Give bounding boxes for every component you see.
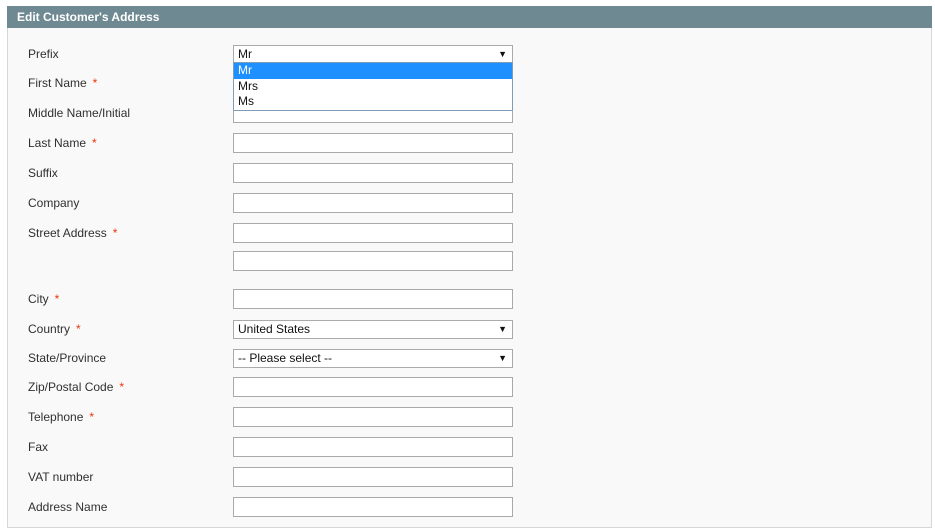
- street-address-line2-input[interactable]: [233, 251, 513, 271]
- address-name-label: Address Name: [28, 500, 108, 514]
- address-name-input[interactable]: [233, 497, 513, 517]
- city-label: City *: [28, 292, 60, 306]
- state-value: -- Please select --: [238, 351, 333, 365]
- suffix-label: Suffix: [28, 166, 58, 180]
- dropdown-arrow-icon: ▼: [498, 353, 507, 363]
- telephone-label: Telephone *: [28, 410, 95, 424]
- country-select[interactable]: United States ▼: [233, 320, 513, 339]
- required-marker: *: [119, 380, 125, 394]
- required-marker: *: [112, 226, 118, 240]
- company-label: Company: [28, 196, 80, 210]
- required-marker: *: [54, 292, 60, 306]
- last-name-label: Last Name *: [28, 136, 97, 150]
- telephone-input[interactable]: [233, 407, 513, 427]
- fax-label: Fax: [28, 440, 49, 454]
- prefix-value: Mr: [238, 47, 252, 61]
- company-input[interactable]: [233, 193, 513, 213]
- prefix-label: Prefix: [28, 47, 59, 61]
- vat-input[interactable]: [233, 467, 513, 487]
- state-select[interactable]: -- Please select -- ▼: [233, 349, 513, 368]
- dropdown-arrow-icon: ▼: [498, 49, 507, 59]
- prefix-option-ms[interactable]: Ms: [234, 94, 512, 110]
- fax-input[interactable]: [233, 437, 513, 457]
- zip-input[interactable]: [233, 377, 513, 397]
- prefix-dropdown-list: Mr Mrs Ms: [233, 62, 513, 111]
- last-name-input[interactable]: [233, 133, 513, 153]
- required-marker: *: [92, 136, 97, 150]
- required-marker: *: [92, 76, 98, 90]
- vat-label: VAT number: [28, 470, 94, 484]
- middle-name-label: Middle Name/Initial: [28, 106, 131, 120]
- first-name-label: First Name *: [28, 76, 98, 90]
- suffix-input[interactable]: [233, 163, 513, 183]
- prefix-option-mrs[interactable]: Mrs: [234, 79, 512, 95]
- dropdown-arrow-icon: ▼: [498, 324, 507, 334]
- required-marker: *: [89, 410, 95, 424]
- street-address-label: Street Address *: [28, 226, 118, 240]
- city-input[interactable]: [233, 289, 513, 309]
- required-marker: *: [76, 322, 81, 336]
- zip-label: Zip/Postal Code *: [28, 380, 125, 394]
- prefix-option-mr[interactable]: Mr: [234, 63, 512, 79]
- section-header: Edit Customer's Address: [7, 6, 932, 28]
- state-label: State/Province: [28, 351, 107, 365]
- country-label: Country *: [28, 322, 81, 336]
- street-address-line1-input[interactable]: [233, 223, 513, 243]
- country-value: United States: [238, 322, 311, 336]
- section-title: Edit Customer's Address: [17, 10, 160, 24]
